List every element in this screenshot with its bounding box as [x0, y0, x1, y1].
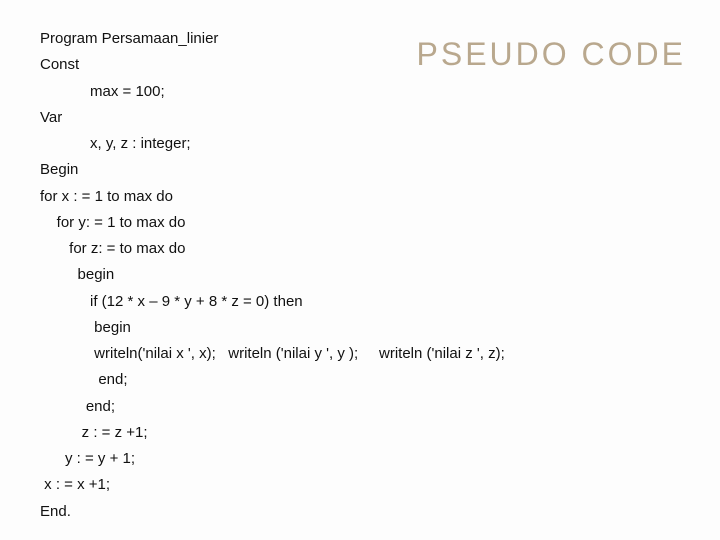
code-line: for y: = 1 to max do — [40, 214, 185, 231]
pseudo-code-block: Program Persamaan_linier Const max = 100… — [40, 26, 505, 525]
code-line: if (12 * x – 9 * y + 8 * z = 0) then — [40, 293, 303, 310]
code-line: z : = z +1; — [40, 424, 148, 441]
slide: PSEUDO CODE Program Persamaan_linier Con… — [0, 0, 720, 540]
code-line: begin — [40, 319, 131, 336]
code-line: Const — [40, 56, 79, 73]
code-line: Begin — [40, 161, 78, 178]
code-line: Program Persamaan_linier — [40, 30, 218, 47]
code-line: max = 100; — [40, 83, 165, 100]
code-line: begin — [40, 266, 114, 283]
code-line: x : = x +1; — [40, 476, 110, 493]
code-line: Var — [40, 109, 62, 126]
code-line: end; — [40, 371, 128, 388]
code-line: writeln('nilai x ', x); writeln ('nilai … — [40, 345, 505, 362]
code-line: x, y, z : integer; — [40, 135, 191, 152]
code-line: for z: = to max do — [40, 240, 185, 257]
code-line: end; — [40, 398, 115, 415]
code-line: y : = y + 1; — [40, 450, 135, 467]
code-line: End. — [40, 503, 71, 520]
code-line: for x : = 1 to max do — [40, 188, 173, 205]
